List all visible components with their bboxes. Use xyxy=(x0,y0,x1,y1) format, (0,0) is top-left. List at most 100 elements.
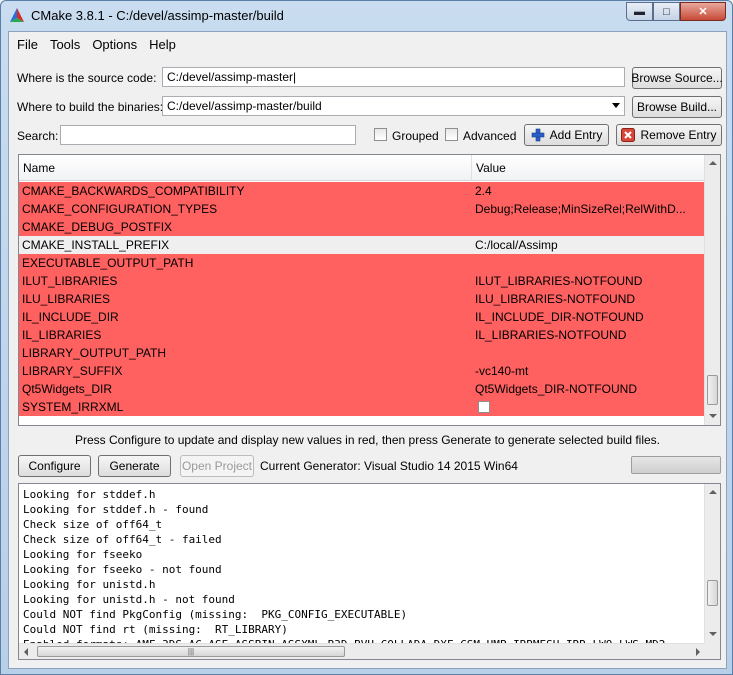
scroll-corner xyxy=(704,643,720,659)
entry-name: LIBRARY_OUTPUT_PATH xyxy=(22,346,167,360)
header-name[interactable]: Name xyxy=(23,161,55,175)
log-line: Could NOT find rt (missing: RT_LIBRARY) xyxy=(23,623,288,636)
log-scroll-up-icon[interactable] xyxy=(709,490,717,494)
table-row[interactable]: EXECUTABLE_OUTPUT_PATH xyxy=(19,254,705,272)
log-lines: Looking for stddef.h Looking for stddef.h… xyxy=(23,487,665,652)
title-bar[interactable]: CMake 3.8.1 - C:/devel/assimp-master/bui… xyxy=(1,1,732,31)
menu-file[interactable]: File xyxy=(11,37,44,52)
log-line: Looking for unistd.h - not found xyxy=(23,593,235,606)
remove-x-icon xyxy=(621,128,636,142)
output-log[interactable]: Looking for stddef.h Looking for stddef.h… xyxy=(18,483,721,660)
log-line: Looking for stddef.h xyxy=(23,488,156,501)
advanced-checkbox[interactable] xyxy=(445,128,458,141)
table-row[interactable]: CMAKE_DEBUG_POSTFIX xyxy=(19,218,705,236)
advanced-label: Advanced xyxy=(463,129,517,143)
remove-entry-label: Remove Entry xyxy=(640,128,717,142)
scroll-left-icon[interactable] xyxy=(24,648,28,656)
minimize-button[interactable]: ▬ xyxy=(626,2,653,21)
browse-source-button[interactable]: Browse Source... xyxy=(631,67,723,89)
chevron-down-icon[interactable] xyxy=(612,103,620,108)
configure-button[interactable]: Configure xyxy=(18,455,91,477)
log-scroll-down-icon[interactable] xyxy=(709,632,717,636)
menu-options[interactable]: Options xyxy=(86,37,143,52)
header-value[interactable]: Value xyxy=(476,161,506,175)
entry-value[interactable]: 2.4 xyxy=(475,184,703,198)
scroll-right-icon[interactable] xyxy=(696,648,700,656)
log-vertical-scrollbar[interactable] xyxy=(704,484,720,644)
entry-value[interactable]: ILUT_LIBRARIES-NOTFOUND xyxy=(475,274,703,288)
cmake-logo-icon xyxy=(10,8,24,22)
search-label: Search: xyxy=(17,129,59,143)
browse-build-button[interactable]: Browse Build... xyxy=(632,96,722,118)
entry-name: IL_LIBRARIES xyxy=(22,328,102,342)
table-row[interactable]: SYSTEM_IRRXML xyxy=(19,398,705,416)
table-row[interactable]: IL_INCLUDE_DIR IL_INCLUDE_DIR-NOTFOUND xyxy=(19,308,705,326)
log-line: Looking for fseeko xyxy=(23,548,143,561)
generate-button[interactable]: Generate xyxy=(98,455,171,477)
entry-value[interactable]: ILU_LIBRARIES-NOTFOUND xyxy=(475,292,703,306)
progress-bar xyxy=(631,456,721,474)
entry-name: CMAKE_CONFIGURATION_TYPES xyxy=(22,202,218,216)
build-label: Where to build the binaries: xyxy=(17,100,164,114)
maximize-button[interactable]: □ xyxy=(653,2,680,21)
log-line: Check size of off64_t - failed xyxy=(23,533,222,546)
table-row[interactable]: CMAKE_BACKWARDS_COMPATIBILITY 2.4 xyxy=(19,182,705,200)
table-rows: CMAKE_BACKWARDS_COMPATIBILITY 2.4 CMAKE_CO… xyxy=(19,182,705,416)
table-row[interactable]: ILU_LIBRARIES ILU_LIBRARIES-NOTFOUND xyxy=(19,290,705,308)
log-scroll-thumb[interactable] xyxy=(707,580,718,606)
window-title: CMake 3.8.1 - C:/devel/assimp-master/bui… xyxy=(31,8,284,23)
maximize-icon: □ xyxy=(663,5,670,18)
header-divider[interactable] xyxy=(471,155,472,181)
entry-name: LIBRARY_SUFFIX xyxy=(22,364,123,378)
search-input[interactable] xyxy=(60,125,356,145)
open-project-button[interactable]: Open Project xyxy=(180,455,254,477)
entry-value[interactable]: Debug;Release;MinSizeRel;RelWithD... xyxy=(475,202,703,216)
minimize-icon: ▬ xyxy=(634,5,645,18)
entry-value[interactable]: C:/local/Assimp xyxy=(475,238,703,252)
remove-entry-button[interactable]: Remove Entry xyxy=(616,124,722,146)
table-scroll-thumb[interactable] xyxy=(707,375,718,405)
cache-table: Name Value CMAKE_BACKWARDS_COMPATIBILITY… xyxy=(18,154,721,426)
log-hscroll-thumb[interactable]: ||| xyxy=(37,646,345,657)
table-row[interactable]: CMAKE_CONFIGURATION_TYPES Debug;Release;M… xyxy=(19,200,705,218)
entry-value[interactable]: IL_LIBRARIES-NOTFOUND xyxy=(475,328,703,342)
source-label: Where is the source code: xyxy=(17,71,157,85)
log-horizontal-scrollbar[interactable]: ||| xyxy=(19,643,705,659)
entry-value[interactable]: Qt5Widgets_DIR-NOTFOUND xyxy=(475,382,703,396)
entry-name: ILU_LIBRARIES xyxy=(22,292,111,306)
log-line: Looking for unistd.h xyxy=(23,578,156,591)
build-combobox[interactable]: C:/devel/assimp-master/build xyxy=(162,96,625,116)
plus-icon xyxy=(531,128,544,142)
build-path-value: C:/devel/assimp-master/build xyxy=(167,99,322,113)
grouped-checkbox[interactable] xyxy=(374,128,387,141)
entry-name: IL_INCLUDE_DIR xyxy=(22,310,119,324)
log-line: Check size of off64_t xyxy=(23,518,163,531)
source-input[interactable]: C:/devel/assimp-master| xyxy=(162,67,625,87)
add-entry-button[interactable]: Add Entry xyxy=(524,124,609,146)
close-icon: ✕ xyxy=(698,6,708,18)
menu-help[interactable]: Help xyxy=(143,37,182,52)
table-row[interactable]: IL_LIBRARIES IL_LIBRARIES-NOTFOUND xyxy=(19,326,705,344)
entry-name: CMAKE_BACKWARDS_COMPATIBILITY xyxy=(22,184,245,198)
entry-value[interactable]: -vc140-mt xyxy=(475,364,703,378)
scroll-up-icon[interactable] xyxy=(709,161,717,165)
table-row[interactable]: ILUT_LIBRARIES ILUT_LIBRARIES-NOTFOUND xyxy=(19,272,705,290)
table-row[interactable]: LIBRARY_OUTPUT_PATH xyxy=(19,344,705,362)
table-row[interactable]: Qt5Widgets_DIR Qt5Widgets_DIR-NOTFOUND xyxy=(19,380,705,398)
entry-value[interactable]: IL_INCLUDE_DIR-NOTFOUND xyxy=(475,310,703,324)
menu-tools[interactable]: Tools xyxy=(44,37,86,52)
entry-name: ILUT_LIBRARIES xyxy=(22,274,118,288)
table-header: Name Value xyxy=(19,155,705,181)
table-row[interactable]: CMAKE_INSTALL_PREFIX C:/local/Assimp xyxy=(19,236,705,254)
log-line: Looking for stddef.h - found xyxy=(23,503,209,516)
entry-value-checkbox[interactable] xyxy=(478,401,490,413)
configure-hint: Press Configure to update and display ne… xyxy=(74,433,661,447)
table-row[interactable]: LIBRARY_SUFFIX -vc140-mt xyxy=(19,362,705,380)
log-line: Looking for fseeko - not found xyxy=(23,563,222,576)
cmake-window: CMake 3.8.1 - C:/devel/assimp-master/bui… xyxy=(0,0,733,675)
close-button[interactable]: ✕ xyxy=(680,2,726,21)
scroll-down-icon[interactable] xyxy=(709,414,717,418)
table-vertical-scrollbar[interactable] xyxy=(704,155,720,425)
entry-name: CMAKE_INSTALL_PREFIX xyxy=(22,238,170,252)
menu-bar: File Tools Options Help xyxy=(9,32,726,56)
